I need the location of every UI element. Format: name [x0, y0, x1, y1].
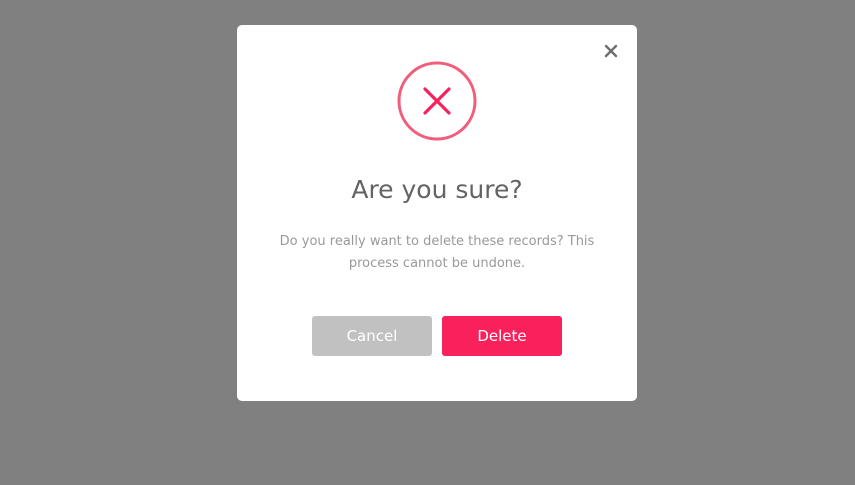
modal-message: Do you really want to delete these recor… [267, 231, 607, 275]
close-icon [604, 44, 618, 58]
close-button[interactable] [599, 39, 623, 63]
modal-title: Are you sure? [351, 175, 523, 204]
cancel-button[interactable]: Cancel [312, 316, 432, 356]
modal-message-line: process cannot be undone. [348, 256, 526, 271]
delete-button[interactable]: Delete [442, 316, 562, 356]
modal-message-line: Do you really want to delete these recor… [279, 234, 595, 249]
error-circle-x-icon [397, 61, 477, 141]
confirm-delete-modal: Are you sure? Do you really want to dele… [237, 25, 637, 401]
